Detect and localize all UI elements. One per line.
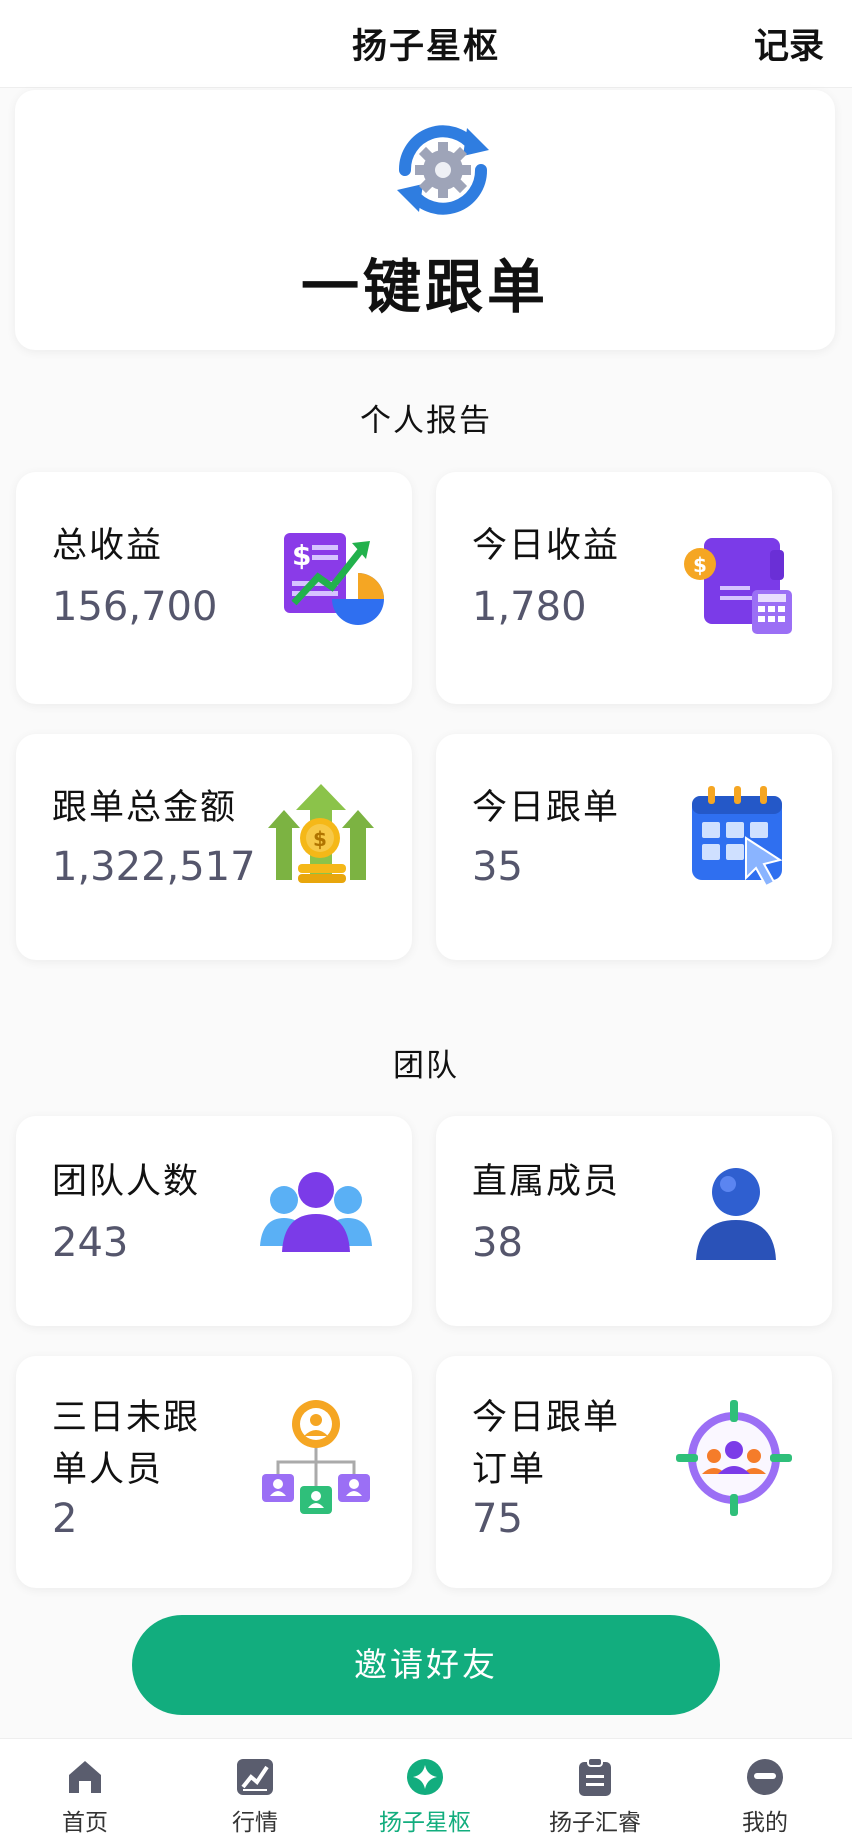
team-group-icon: [260, 1172, 372, 1252]
stat-card-today-revenue[interactable]: 今日收益 1,780 $: [436, 472, 832, 704]
tab-label: 扬子星枢: [379, 1810, 471, 1836]
stat-value: 243: [52, 1220, 129, 1266]
stat-value: 35: [472, 844, 523, 890]
one-click-follow-label: 一键跟单: [300, 253, 549, 321]
personal-report-title: 个人报告: [360, 403, 492, 439]
target-team-icon: [676, 1400, 792, 1516]
calendar-click-icon: [692, 786, 783, 888]
team-section-title: 团队: [393, 1048, 459, 1084]
stat-card-today-follow[interactable]: 今日跟单 35: [436, 734, 832, 960]
stat-value: 1,322,517: [52, 844, 256, 890]
stat-value: 75: [472, 1496, 523, 1542]
clipboard-icon: [579, 1757, 611, 1796]
stat-label: 今日跟单订单: [472, 1398, 621, 1490]
stat-label: 今日跟单: [472, 788, 621, 828]
stat-label: 总收益: [52, 526, 164, 566]
revenue-chart-icon: $: [284, 533, 384, 625]
record-link[interactable]: 记录: [754, 18, 824, 69]
tab-label: 行情: [232, 1810, 278, 1836]
coin-growth-icon: $: [268, 784, 374, 883]
top-bar: 扬子星枢 记录: [0, 0, 852, 88]
svg-text:$: $: [693, 553, 707, 577]
tab-label: 扬子汇睿: [549, 1810, 641, 1836]
tab-huirui[interactable]: 扬子汇睿: [510, 1739, 680, 1846]
home-icon: [69, 1761, 101, 1793]
stat-value: 1,780: [472, 584, 587, 630]
tab-market[interactable]: 行情: [170, 1739, 340, 1846]
stat-card-total-follow-amount[interactable]: 跟单总金额 1,322,517 $: [16, 734, 412, 960]
bottom-tab-bar: 首页 行情 扬子星枢 扬子汇睿 我的: [0, 1738, 852, 1846]
stat-card-today-follow-orders[interactable]: 今日跟单订单 75: [436, 1356, 832, 1588]
member-person-icon: [696, 1168, 776, 1260]
invite-friends-button[interactable]: 邀请好友: [132, 1615, 720, 1715]
stat-card-direct-members[interactable]: 直属成员 38: [436, 1116, 832, 1326]
stat-value: 38: [472, 1220, 523, 1266]
stat-label: 今日收益: [472, 526, 621, 566]
stat-label: 跟单总金额: [52, 788, 238, 828]
stat-label: 团队人数: [52, 1162, 201, 1202]
tab-profile[interactable]: 我的: [680, 1739, 850, 1846]
tab-star-hub[interactable]: 扬子星枢: [340, 1739, 510, 1846]
stat-card-team-size[interactable]: 团队人数 243: [16, 1116, 412, 1326]
tab-label: 首页: [62, 1810, 108, 1836]
tab-home[interactable]: 首页: [0, 1739, 170, 1846]
profile-icon: [747, 1759, 783, 1795]
stat-value: 2: [52, 1496, 78, 1542]
page-title: 扬子星枢: [351, 27, 500, 67]
market-chart-icon: [237, 1759, 273, 1795]
sync-gear-icon: [397, 125, 489, 215]
tab-label: 我的: [742, 1810, 788, 1836]
wallet-calculator-icon: $: [684, 538, 792, 634]
stat-card-inactive-three-days[interactable]: 三日未跟单人员 2: [16, 1356, 412, 1588]
stat-card-total-revenue[interactable]: 总收益 156,700 $: [16, 472, 412, 704]
svg-text:$: $: [313, 827, 327, 851]
org-chart-icon: [262, 1400, 370, 1514]
stat-label: 三日未跟单人员: [52, 1398, 201, 1490]
stat-label: 直属成员: [472, 1162, 621, 1202]
stat-value: 156,700: [52, 584, 218, 630]
one-click-follow-card[interactable]: 一键跟单: [15, 90, 835, 350]
star-hub-icon: [407, 1759, 443, 1795]
svg-text:$: $: [292, 539, 311, 572]
